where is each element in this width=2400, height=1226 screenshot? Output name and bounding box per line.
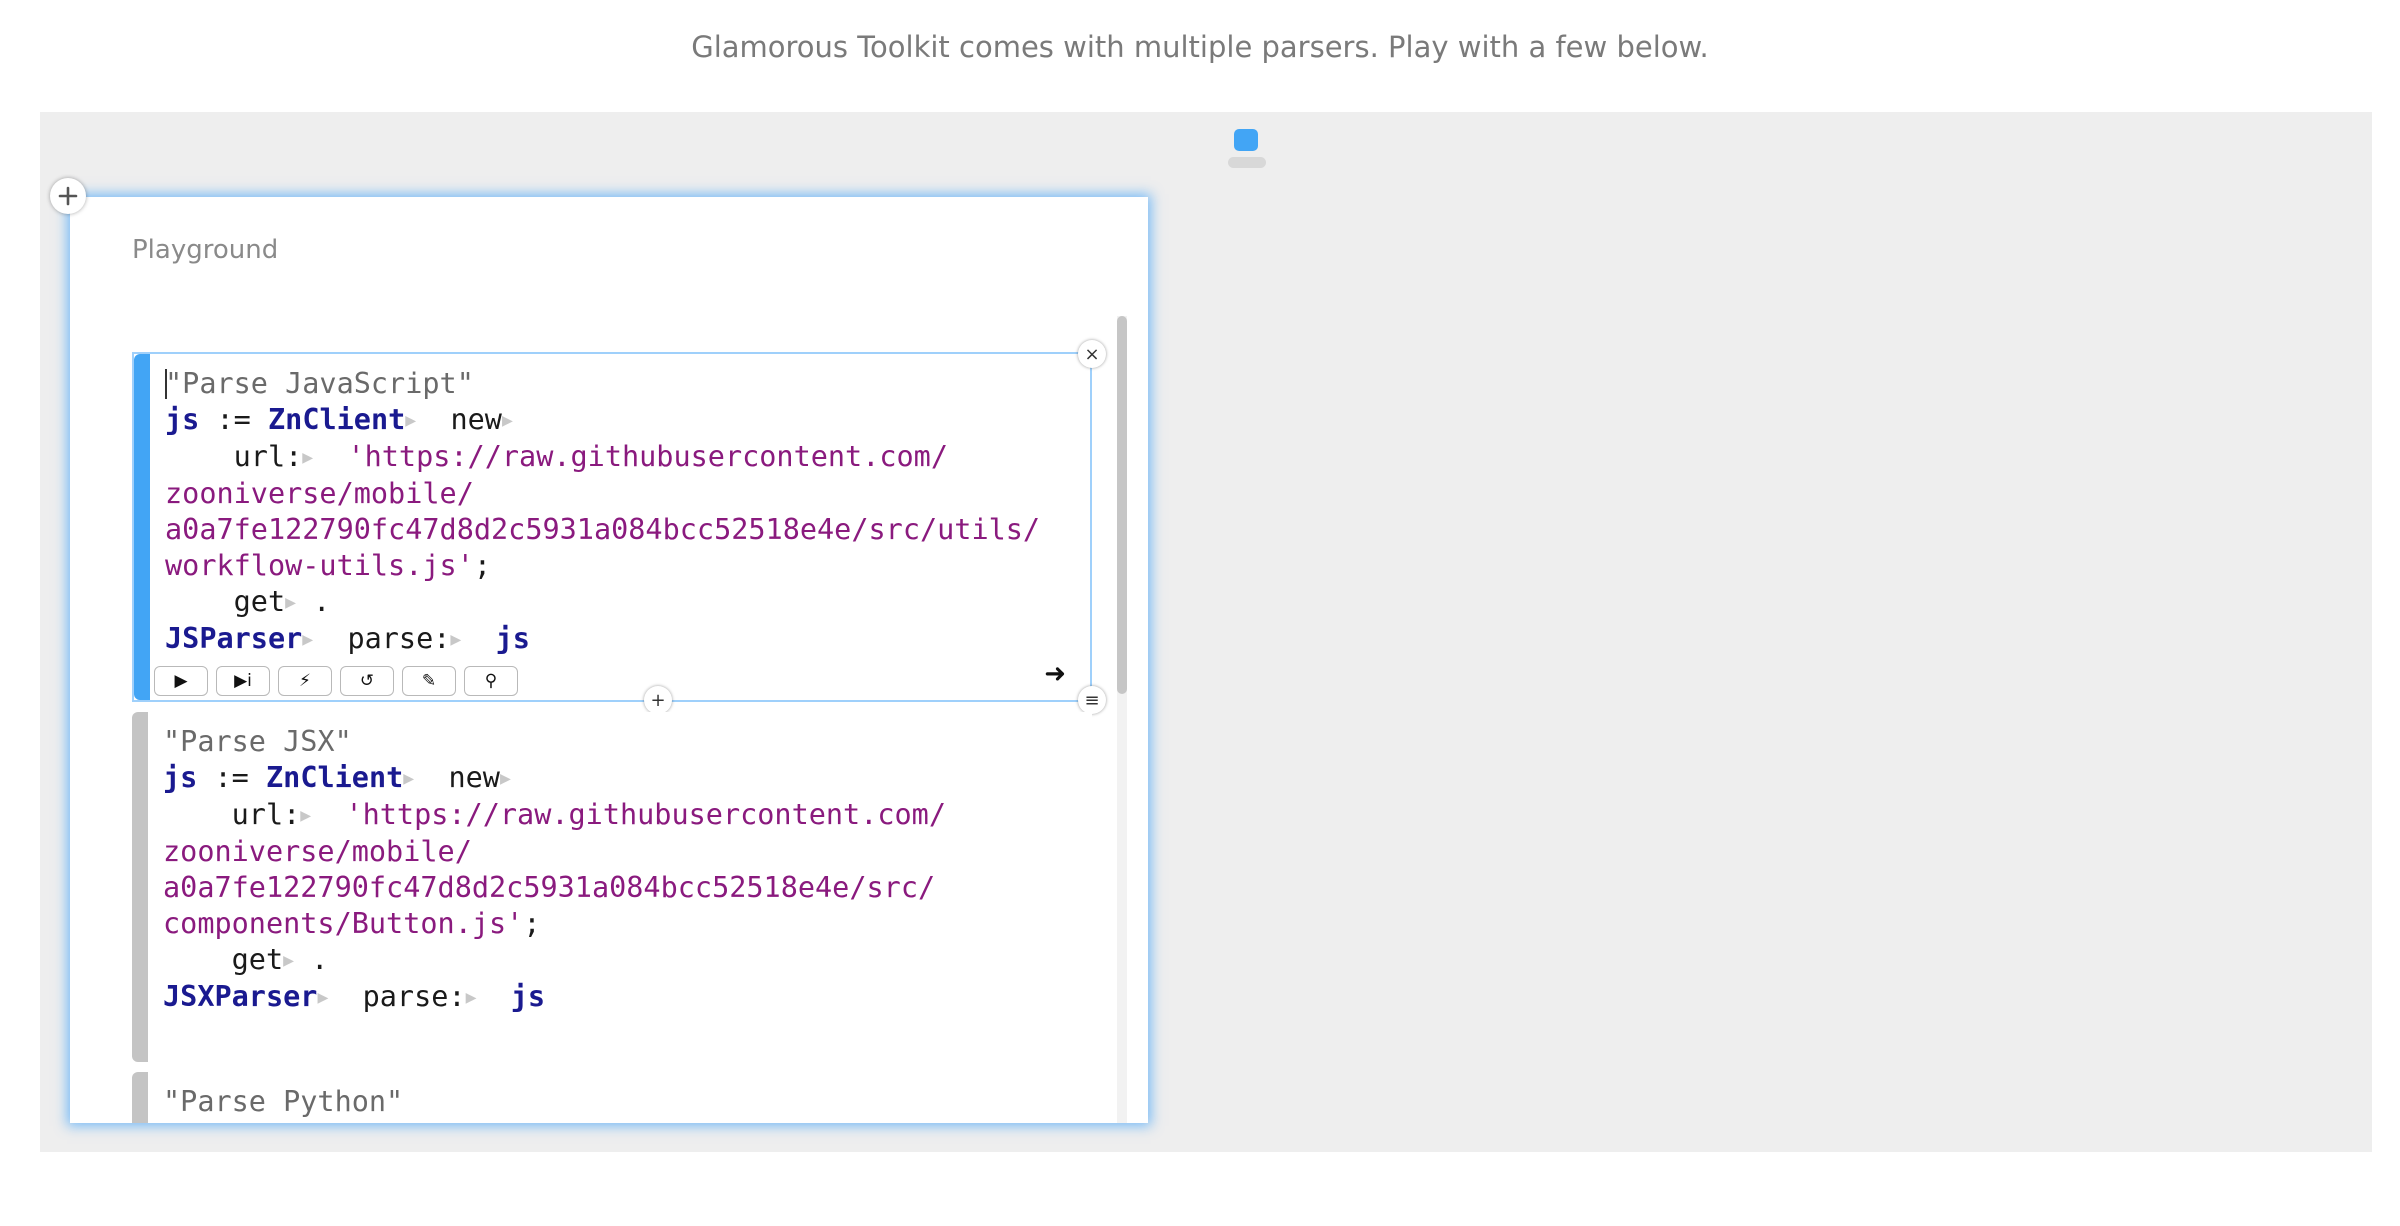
- code-editor[interactable]: "Parse JavaScript" js := ZnClient▶ new▶ u…: [165, 366, 1040, 658]
- add-pane-button[interactable]: [50, 178, 86, 214]
- code-period: .: [311, 943, 329, 976]
- code-string: a0a7fe122790fc47d8d2c5931a084bcc52518e4e…: [163, 871, 936, 904]
- code-assign: :=: [216, 403, 251, 436]
- snippet-focus-bar: [134, 354, 150, 700]
- expand-triangle-icon[interactable]: ▶: [466, 987, 477, 1008]
- code-string: a0a7fe122790fc47d8d2c5931a084bcc52518e4e…: [165, 513, 1041, 546]
- menu-icon[interactable]: ≡: [1078, 686, 1106, 714]
- code-variable: js: [495, 622, 530, 655]
- expand-triangle-icon[interactable]: ▶: [502, 410, 513, 431]
- close-icon[interactable]: ×: [1078, 340, 1106, 368]
- code-keyword: url:: [231, 798, 301, 831]
- page-dot-active[interactable]: [1234, 129, 1258, 151]
- pencil-icon[interactable]: ✎: [402, 666, 456, 696]
- code-keyword: parse:: [347, 622, 451, 655]
- expand-triangle-icon[interactable]: ▶: [500, 768, 511, 789]
- code-string: 'https://raw.githubusercontent.com/: [345, 798, 946, 831]
- code-variable: js: [510, 980, 546, 1013]
- code-string: workflow-utils.js': [165, 549, 474, 582]
- code-keyword: url:: [233, 440, 303, 473]
- play-inspect-icon[interactable]: ▶i: [216, 666, 270, 696]
- code-semicolon: ;: [523, 907, 541, 940]
- code-period: .: [313, 585, 331, 618]
- code-keyword: parse:: [362, 980, 466, 1013]
- code-editor[interactable]: "Parse JSX" js := ZnClient▶ new▶ url:▶ 'h…: [163, 724, 946, 1016]
- debug-icon[interactable]: ↺: [340, 666, 394, 696]
- expand-triangle-icon[interactable]: ▶: [302, 629, 313, 650]
- code-comment: "Parse Python": [163, 1085, 404, 1118]
- code-comment: "Parse JavaScript": [165, 367, 474, 400]
- expand-triangle-icon[interactable]: ▶: [300, 805, 311, 826]
- snippet-bar: [132, 1072, 148, 1123]
- code-message: new: [450, 403, 502, 436]
- lightning-icon[interactable]: ⚡: [278, 666, 332, 696]
- code-string: zooniverse/mobile/: [163, 835, 472, 868]
- code-class: ZnClient: [266, 761, 404, 794]
- expand-triangle-icon[interactable]: ▶: [403, 768, 414, 789]
- code-editor[interactable]: "Parse Python": [163, 1084, 403, 1120]
- search-icon[interactable]: ⚲: [464, 666, 518, 696]
- code-semicolon: ;: [473, 549, 492, 582]
- page-indicator[interactable]: [1228, 129, 1266, 187]
- snippet-python[interactable]: "Parse Python": [132, 1072, 1092, 1123]
- page-bar: [1228, 157, 1266, 168]
- expand-triangle-icon[interactable]: ▶: [450, 629, 461, 650]
- code-class: ZnClient: [268, 403, 406, 436]
- arrow-right-icon[interactable]: ➜: [1044, 659, 1066, 689]
- scrollbar-thumb[interactable]: [1117, 316, 1127, 694]
- code-class: JSXParser: [163, 980, 318, 1013]
- code-message: get: [231, 943, 284, 976]
- canvas: Playground "Parse JavaScript" js := ZnCli…: [40, 112, 2372, 1152]
- snippet-javascript[interactable]: "Parse JavaScript" js := ZnClient▶ new▶ u…: [132, 352, 1092, 702]
- code-variable: js: [163, 761, 198, 794]
- code-assign: :=: [214, 761, 249, 794]
- code-variable: js: [165, 403, 200, 436]
- code-string: zooniverse/mobile/: [165, 477, 474, 510]
- play-icon[interactable]: ▶: [154, 666, 208, 696]
- snippet-jsx[interactable]: "Parse JSX" js := ZnClient▶ new▶ url:▶ 'h…: [132, 712, 1092, 1062]
- expand-triangle-icon[interactable]: ▶: [317, 987, 328, 1008]
- code-string: 'https://raw.githubusercontent.com/: [347, 440, 948, 473]
- code-class: JSParser: [165, 622, 303, 655]
- plus-icon: [58, 186, 78, 206]
- playground-pane: Playground "Parse JavaScript" js := ZnCli…: [70, 197, 1148, 1123]
- expand-triangle-icon[interactable]: ▶: [302, 447, 313, 468]
- code-string: components/Button.js': [163, 907, 524, 940]
- expand-triangle-icon[interactable]: ▶: [285, 592, 296, 613]
- code-comment: "Parse JSX": [163, 725, 352, 758]
- expand-triangle-icon[interactable]: ▶: [283, 950, 294, 971]
- code-message: new: [448, 761, 500, 794]
- add-snippet-button[interactable]: +: [644, 686, 672, 714]
- expand-triangle-icon[interactable]: ▶: [405, 410, 416, 431]
- pane-title: Playground: [132, 235, 279, 265]
- intro-text: Glamorous Toolkit comes with multiple pa…: [691, 30, 1709, 64]
- code-message: get: [233, 585, 286, 618]
- snippet-bar: [132, 712, 148, 1062]
- snippet-toolbar: ▶ ▶i ⚡ ↺ ✎ ⚲: [154, 666, 518, 696]
